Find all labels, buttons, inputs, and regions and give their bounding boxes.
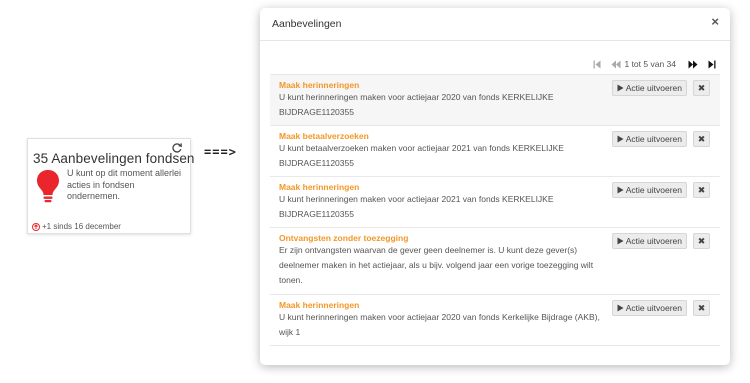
recommendation-list: Maak herinneringen U kunt herinneringen m… (270, 74, 720, 346)
run-action-button[interactable]: Actie uitvoeren (611, 300, 687, 316)
play-icon (617, 237, 624, 245)
modal-title: Aanbevelingen (272, 18, 342, 30)
dismiss-button[interactable]: ✖ (693, 300, 710, 316)
last-page-icon[interactable] (708, 60, 716, 69)
recommendation-actions: Actie uitvoeren ✖ (611, 80, 710, 96)
close-icon[interactable]: × (711, 14, 719, 29)
run-action-label: Actie uitvoeren (625, 83, 682, 93)
recommendations-widget[interactable]: 35 Aanbevelingen fondsen U kunt op dit m… (27, 138, 194, 234)
dismiss-button[interactable]: ✖ (693, 80, 710, 96)
recommendation-actions: Actie uitvoeren ✖ (611, 233, 710, 249)
transition-arrow: ===> (204, 145, 237, 159)
recommendation-text: U kunt herinneringen maken voor actiejaa… (279, 194, 554, 219)
stage: 35 Aanbevelingen fondsen U kunt op dit m… (0, 0, 750, 383)
recommendation-text: U kunt betaalverzoeken maken voor actiej… (279, 143, 564, 168)
dismiss-button[interactable]: ✖ (693, 131, 710, 147)
next-page-icon[interactable] (688, 60, 698, 69)
widget-title: 35 Aanbevelingen fondsen (33, 151, 195, 166)
recommendation-text: U kunt herinneringen maken voor actiejaa… (279, 312, 600, 337)
play-icon (617, 304, 624, 312)
widget-message: U kunt op dit moment allerlei acties in … (67, 168, 182, 201)
dismiss-button[interactable]: ✖ (693, 233, 710, 249)
recommendation-row: Maak herinneringen U kunt herinneringen m… (270, 295, 720, 346)
lightbulb-icon (37, 170, 59, 203)
first-page-icon[interactable] (593, 60, 601, 69)
pagination-text: 1 tot 5 van 34 (624, 59, 676, 69)
play-icon (617, 135, 624, 143)
recommendation-text: Er zijn ontvangsten waarvan de gever gee… (279, 245, 594, 285)
run-action-button[interactable]: Actie uitvoeren (611, 182, 687, 198)
run-action-label: Actie uitvoeren (625, 185, 682, 195)
run-action-label: Actie uitvoeren (625, 134, 682, 144)
recommendations-modal: Aanbevelingen × 1 tot 5 van 34 Maak heri… (260, 8, 730, 365)
recommendation-row: Maak herinneringen U kunt herinneringen m… (270, 75, 720, 126)
widget-footer-text: +1 sinds 16 december (42, 222, 121, 231)
pagination: 1 tot 5 van 34 (583, 59, 716, 69)
run-action-button[interactable]: Actie uitvoeren (611, 233, 687, 249)
play-icon (617, 186, 624, 194)
dismiss-button[interactable]: ✖ (693, 182, 710, 198)
recommendation-row: Ontvangsten zonder toezegging Er zijn ont… (270, 228, 720, 295)
recommendation-actions: Actie uitvoeren ✖ (611, 182, 710, 198)
recommendation-actions: Actie uitvoeren ✖ (611, 300, 710, 316)
previous-page-icon[interactable] (611, 60, 621, 69)
recommendation-row: Maak betaalverzoeken U kunt betaalverzoek… (270, 126, 720, 177)
recommendation-actions: Actie uitvoeren ✖ (611, 131, 710, 147)
widget-footer: +1 sinds 16 december (32, 222, 121, 231)
run-action-label: Actie uitvoeren (625, 303, 682, 313)
arrow-up-circle-icon (32, 222, 40, 231)
recommendation-row: Maak herinneringen U kunt herinneringen m… (270, 177, 720, 228)
run-action-button[interactable]: Actie uitvoeren (611, 131, 687, 147)
modal-header: Aanbevelingen × (260, 8, 730, 41)
run-action-button[interactable]: Actie uitvoeren (611, 80, 687, 96)
run-action-label: Actie uitvoeren (625, 236, 682, 246)
play-icon (617, 84, 624, 92)
recommendation-text: U kunt herinneringen maken voor actiejaa… (279, 92, 554, 117)
